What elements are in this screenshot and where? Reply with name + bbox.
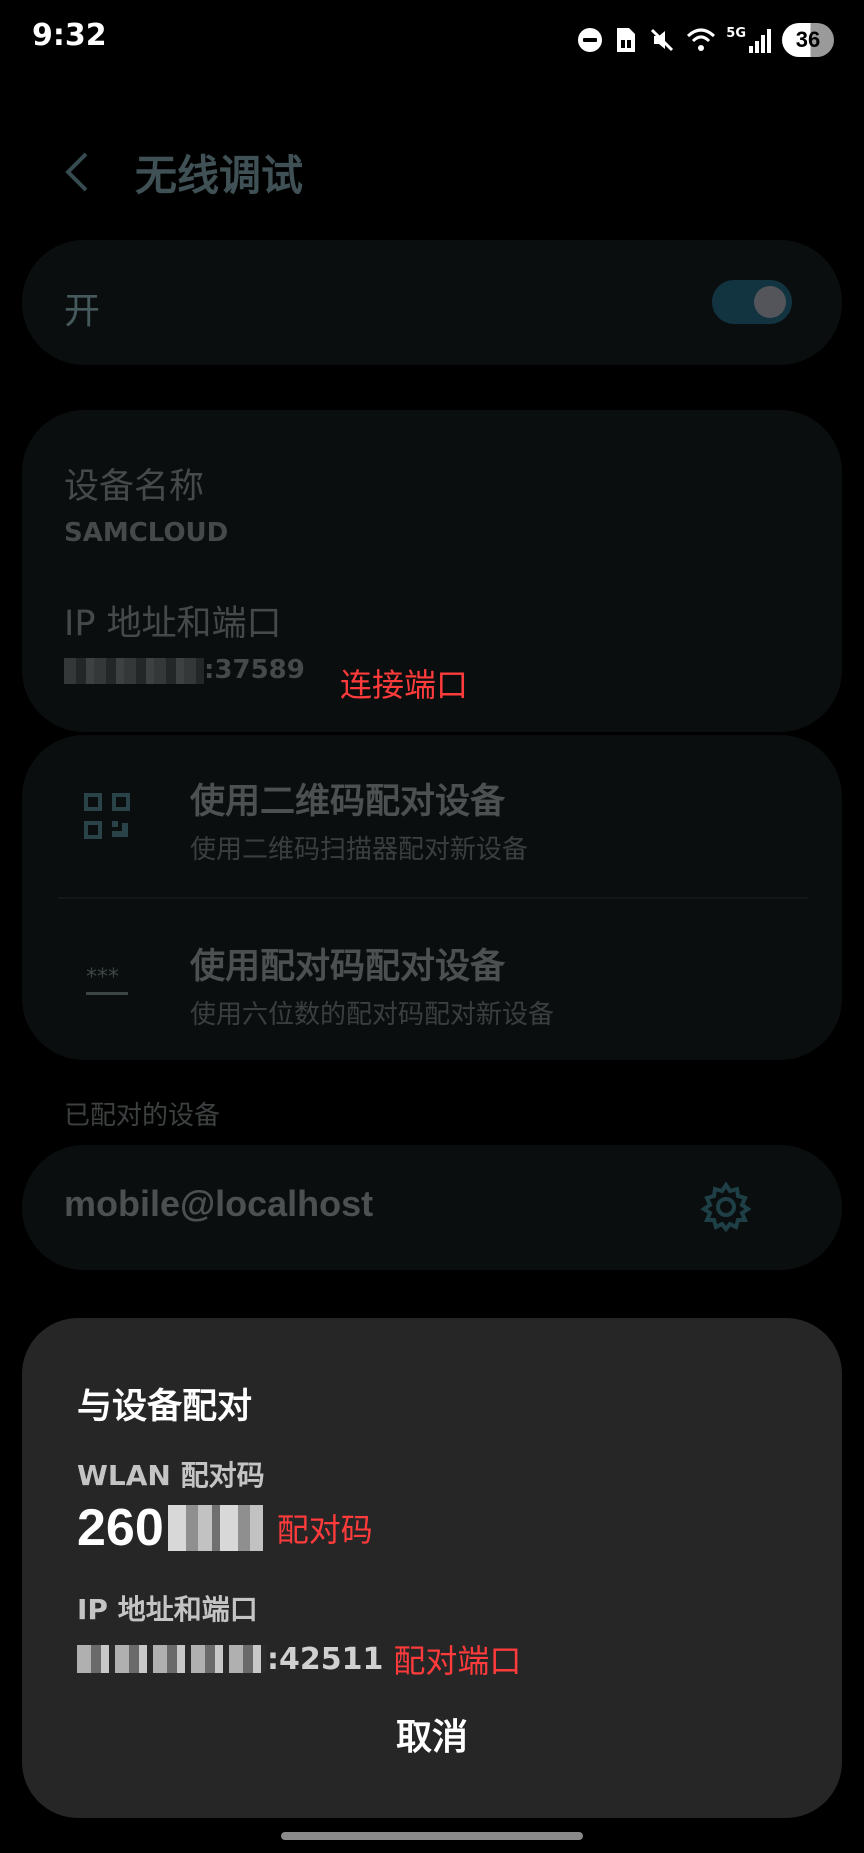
toggle-switch[interactable] <box>712 280 792 324</box>
password-icon: *** <box>86 965 128 995</box>
redacted-ip <box>64 657 204 684</box>
pair-qr-title: 使用二维码配对设备 <box>190 782 506 822</box>
qr-code-icon <box>84 793 130 839</box>
paired-devices-label: 已配对的设备 <box>64 1101 221 1131</box>
pair-code-description: 使用六位数的配对码配对新设备 <box>190 1000 555 1030</box>
header: 无线调试 <box>0 130 864 210</box>
cancel-button[interactable]: 取消 <box>22 1708 842 1760</box>
ip-port: :37589 <box>204 655 305 685</box>
connection-port-annotation: 连接端口 <box>340 666 469 704</box>
ip-address-label: IP 地址和端口 <box>64 604 282 644</box>
divider <box>58 897 808 899</box>
pair-qr-description: 使用二维码扫描器配对新设备 <box>190 835 529 865</box>
toggle-label: 开 <box>64 291 101 332</box>
paired-device-name: mobile@localhost <box>64 1183 374 1224</box>
pairing-port-annotation: 配对端口 <box>393 1642 522 1680</box>
dialog-ip-port: :42511 <box>267 1641 384 1677</box>
dialog-ip-label: IP 地址和端口 <box>77 1593 258 1626</box>
pairing-code-value: 260 <box>77 1499 164 1557</box>
wlan-code-label: WLAN 配对码 <box>77 1459 265 1492</box>
navigation-handle[interactable] <box>281 1832 583 1840</box>
pairing-options-card: 使用二维码配对设备 使用二维码扫描器配对新设备 *** 使用配对码配对设备 使用… <box>22 735 842 1060</box>
pair-with-code-row[interactable]: *** 使用配对码配对设备 使用六位数的配对码配对新设备 <box>22 900 842 1060</box>
device-name-label: 设备名称 <box>64 467 205 507</box>
redacted-code <box>167 1505 263 1551</box>
ip-address-row: :37589 <box>64 655 305 685</box>
wireless-debugging-toggle-row[interactable]: 开 <box>22 240 842 365</box>
dialog-ip-row: :42511 配对端口 <box>77 1636 521 1682</box>
redacted-ip <box>77 1645 267 1673</box>
pair-with-qr-row[interactable]: 使用二维码配对设备 使用二维码扫描器配对新设备 <box>22 735 842 895</box>
back-arrow-icon[interactable] <box>62 150 92 194</box>
dialog-title: 与设备配对 <box>77 1387 253 1427</box>
page-title: 无线调试 <box>135 151 304 200</box>
svg-text:***: *** <box>86 965 119 990</box>
device-name-value: SAMCLOUD <box>64 518 229 548</box>
gear-icon[interactable] <box>698 1179 754 1235</box>
toggle-knob <box>754 286 786 318</box>
paired-device-row[interactable]: mobile@localhost <box>22 1145 842 1270</box>
pairing-code-row: 260 配对码 <box>77 1498 373 1558</box>
pairing-dialog: 与设备配对 WLAN 配对码 260 配对码 IP 地址和端口 :42511 配… <box>22 1318 842 1818</box>
pairing-code-annotation: 配对码 <box>276 1511 373 1549</box>
pair-code-title: 使用配对码配对设备 <box>190 947 506 987</box>
